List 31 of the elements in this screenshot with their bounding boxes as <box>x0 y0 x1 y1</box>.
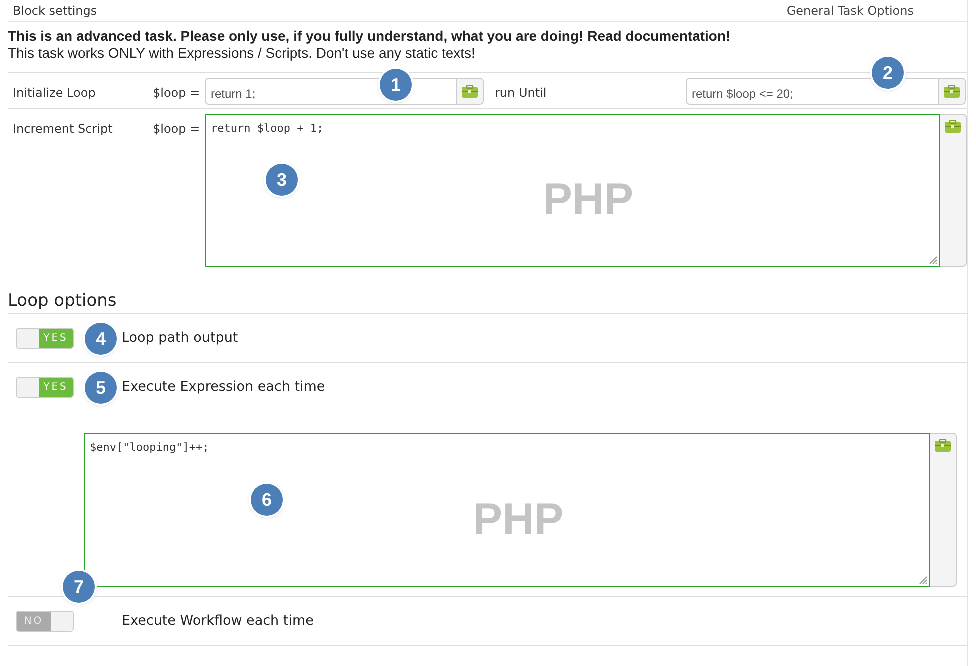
general-task-options-link[interactable]: General Task Options <box>786 4 914 18</box>
callout-badge: 6 <box>251 484 283 516</box>
mode-watermark: PHP <box>473 494 564 545</box>
info-text: This task works ONLY with Expressions / Scripts. Don't use any static texts! <box>8 45 476 62</box>
field-label: run Until <box>494 85 548 100</box>
variable-label: $loop = <box>153 85 202 100</box>
callout-badge: 7 <box>63 571 95 603</box>
warning-text: This is an advanced task. Please only use, if you fully understand, what you are doing! Read documentation! <box>8 28 732 45</box>
block-settings-title: Block settings <box>13 4 98 18</box>
resize-grip-icon[interactable] <box>919 576 927 584</box>
callout-badge: 5 <box>85 372 117 404</box>
toolbox-icon[interactable] <box>943 84 961 98</box>
toolbox-icon[interactable] <box>934 439 952 453</box>
resize-grip-icon[interactable] <box>929 256 937 264</box>
variable-label: $loop = <box>153 121 202 136</box>
mode-watermark: PHP <box>543 175 634 226</box>
section-heading: Loop options <box>8 282 967 314</box>
option-label: Execute Expression each time <box>122 379 326 395</box>
option-label: Execute Workflow each time <box>122 613 314 629</box>
callout-badge: 3 <box>266 164 298 196</box>
field-label: Increment Script <box>12 121 114 136</box>
callout-badge: 1 <box>380 69 412 101</box>
code-text: $env["looping"]++; <box>90 441 210 454</box>
field-label: Initialize Loop <box>12 85 97 100</box>
option-label: Loop path output <box>122 330 238 346</box>
code-text: return $loop + 1; <box>211 122 324 135</box>
toolbox-icon[interactable] <box>461 84 479 98</box>
input-field[interactable]: return $loop <= 20; <box>686 78 966 105</box>
callout-badge: 2 <box>872 57 904 89</box>
callout-badge: 4 <box>85 323 117 355</box>
toolbox-icon[interactable] <box>944 120 962 134</box>
